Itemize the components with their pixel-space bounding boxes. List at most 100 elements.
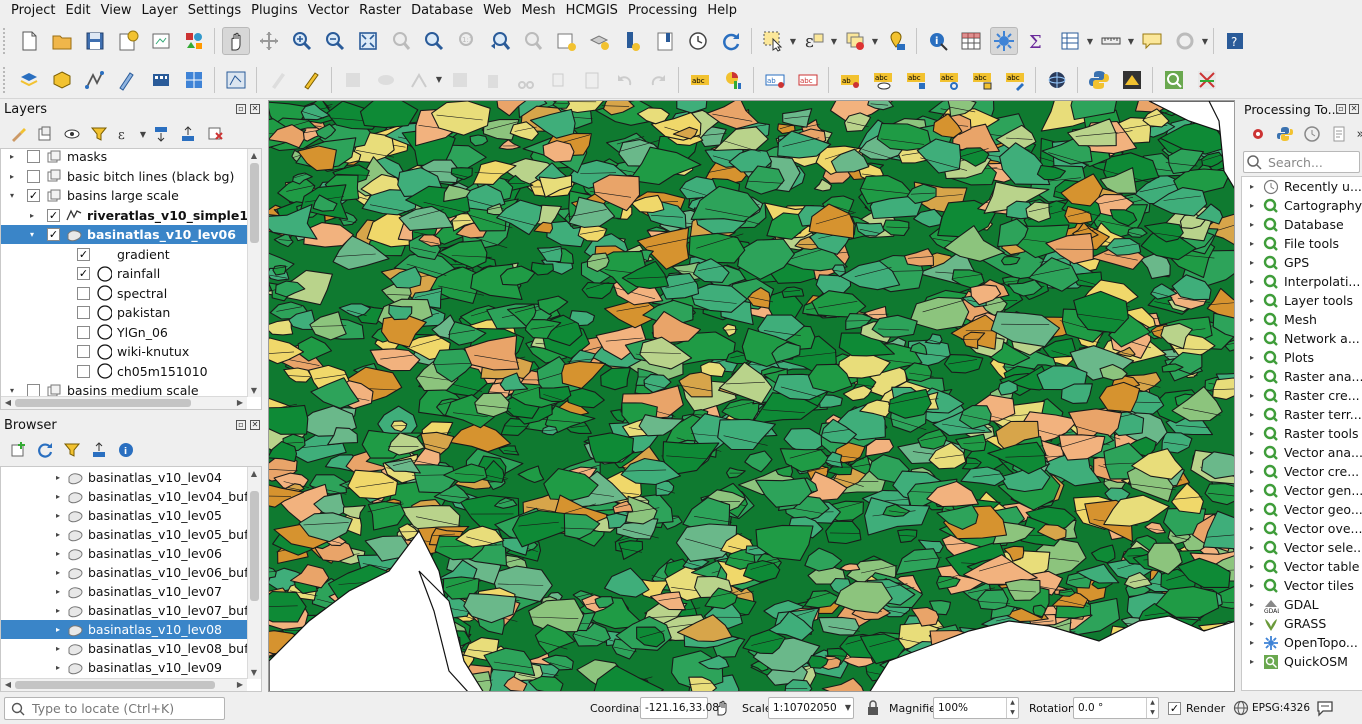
spin-arrows-icon[interactable]: ▲ ▼ bbox=[1146, 698, 1158, 718]
zoom-native-icon[interactable]: 1:1 bbox=[453, 27, 481, 55]
processing-provider-item[interactable]: ▸ GDAL GDAL bbox=[1242, 595, 1362, 614]
browser-item[interactable]: ▸ basinatlas_v10_lev04 bbox=[1, 468, 247, 487]
chevron-down-icon[interactable]: ▼ bbox=[1201, 37, 1209, 46]
chevron-right-icon[interactable]: ▸ bbox=[1247, 258, 1257, 267]
chevron-right-icon[interactable]: ▸ bbox=[53, 606, 63, 615]
select-features-icon[interactable] bbox=[759, 27, 787, 55]
browser-horizontal-scrollbar[interactable]: ◀ ▶ bbox=[1, 678, 247, 691]
new-project-icon[interactable] bbox=[15, 27, 43, 55]
globe-plugin-icon[interactable] bbox=[1043, 66, 1071, 94]
close-icon[interactable]: ✕ bbox=[1349, 104, 1359, 114]
chevron-right-icon[interactable]: ▸ bbox=[1247, 486, 1257, 495]
collapse-all-icon[interactable] bbox=[177, 123, 199, 145]
rotation-spinbox[interactable]: 0.0 ° ▲ ▼ bbox=[1073, 697, 1159, 719]
new-map-view-icon[interactable] bbox=[552, 27, 580, 55]
add-group-icon[interactable] bbox=[34, 123, 56, 145]
browser-item[interactable]: ▸ basinatlas_v10_lev05_buffer bbox=[1, 525, 261, 544]
locator-input[interactable]: Type to locate (Ctrl+K) bbox=[4, 697, 225, 720]
layer-row[interactable]: spectral bbox=[1, 284, 247, 303]
layer-diagram-icon[interactable] bbox=[719, 66, 747, 94]
float-panel-icon[interactable]: ▫ bbox=[1336, 104, 1346, 114]
change-label-icon[interactable]: abc bbox=[968, 66, 996, 94]
chevron-right-icon[interactable]: ▸ bbox=[1247, 543, 1257, 552]
more-options-icon[interactable]: » bbox=[1355, 123, 1362, 145]
layer-row[interactable]: ✓ rainfall bbox=[1, 264, 247, 283]
browser-item[interactable]: ▸ basinatlas_v10_lev07_buffer bbox=[1, 601, 261, 620]
digitize-icon[interactable] bbox=[222, 66, 250, 94]
add-vector-layer-icon[interactable] bbox=[81, 66, 109, 94]
identify-features-icon[interactable]: i bbox=[924, 27, 952, 55]
menu-processing[interactable]: Processing bbox=[623, 0, 702, 22]
zoom-next-icon[interactable] bbox=[519, 27, 547, 55]
menu-web[interactable]: Web bbox=[478, 0, 516, 22]
close-icon[interactable]: ✕ bbox=[250, 420, 260, 430]
filter-browser-icon[interactable] bbox=[61, 439, 83, 461]
redo-icon[interactable] bbox=[644, 66, 672, 94]
add-virtual-layer-icon[interactable] bbox=[180, 66, 208, 94]
float-panel-icon[interactable]: ▫ bbox=[236, 420, 246, 430]
layer-visibility-checkbox[interactable]: ✓ bbox=[27, 189, 40, 202]
menu-plugins[interactable]: Plugins bbox=[246, 0, 303, 22]
layer-row[interactable]: wiki-knutux bbox=[1, 342, 247, 361]
scrollbar-thumb[interactable] bbox=[250, 491, 259, 601]
chevron-right-icon[interactable]: ▸ bbox=[1247, 315, 1257, 324]
layer-row[interactable]: ▸ ✓ riveratlas_v10_simple1 bbox=[1, 206, 248, 225]
menu-settings[interactable]: Settings bbox=[183, 0, 246, 22]
processing-provider-item[interactable]: ▸ QuickOSM bbox=[1242, 652, 1362, 671]
spatial-bookmark-icon[interactable] bbox=[618, 27, 646, 55]
browser-item[interactable]: ▸ basinatlas_v10_lev06_buffer bbox=[1, 563, 261, 582]
pan-map-icon[interactable] bbox=[221, 27, 250, 55]
map-canvas[interactable] bbox=[268, 100, 1235, 692]
menu-vector[interactable]: Vector bbox=[303, 0, 354, 22]
add-raster-layer-icon[interactable] bbox=[147, 66, 175, 94]
open-project-icon[interactable] bbox=[48, 27, 76, 55]
scale-combobox[interactable]: 1:10702050 ▼ bbox=[768, 697, 854, 719]
toggle-extents-mouse-icon[interactable] bbox=[713, 699, 731, 720]
refresh-icon[interactable] bbox=[717, 27, 745, 55]
layer-visibility-checkbox[interactable]: ✓ bbox=[77, 247, 90, 261]
browser-item[interactable]: ▸ basinatlas_v10_lev08 bbox=[1, 620, 247, 639]
temporal-controller-icon[interactable] bbox=[684, 27, 712, 55]
chevron-right-icon[interactable]: ▸ bbox=[53, 568, 63, 577]
new-geopackage-icon[interactable] bbox=[48, 66, 76, 94]
zoom-out-icon[interactable] bbox=[321, 27, 349, 55]
processing-toolbox-icon[interactable] bbox=[989, 27, 1018, 55]
chevron-right-icon[interactable]: ▸ bbox=[53, 587, 63, 596]
statistics-sigma-icon[interactable]: Σ bbox=[1023, 27, 1051, 55]
chevron-right-icon[interactable]: ▸ bbox=[1247, 201, 1257, 210]
measure-line-icon[interactable] bbox=[1097, 27, 1125, 55]
map-tips-icon[interactable] bbox=[1138, 27, 1166, 55]
delete-selected-icon[interactable] bbox=[479, 66, 507, 94]
chevron-down-icon[interactable]: ▾ bbox=[7, 191, 17, 200]
add-delimited-text-icon[interactable] bbox=[114, 66, 142, 94]
layer-row[interactable]: YlGn_06 bbox=[1, 323, 247, 342]
coordinate-field[interactable]: -121.16,33.08 bbox=[640, 697, 719, 719]
zoom-in-icon[interactable] bbox=[288, 27, 316, 55]
layer-visibility-checkbox[interactable]: ✓ bbox=[47, 208, 60, 222]
save-project-icon[interactable] bbox=[81, 27, 109, 55]
processing-provider-item[interactable]: ▸ Recently u... bbox=[1242, 177, 1362, 196]
filter-legend-icon[interactable] bbox=[88, 123, 110, 145]
processing-provider-item[interactable]: ▸ Vector ana... bbox=[1242, 443, 1362, 462]
processing-provider-item[interactable]: ▸ Vector tiles bbox=[1242, 576, 1362, 595]
chevron-right-icon[interactable]: ▸ bbox=[1247, 391, 1257, 400]
python-scripts-icon[interactable] bbox=[1274, 123, 1296, 145]
vertex-tool-icon[interactable] bbox=[405, 66, 433, 94]
save-as-icon[interactable] bbox=[114, 27, 142, 55]
layer-visibility-checkbox[interactable] bbox=[77, 345, 90, 358]
chevron-down-icon[interactable]: ▼ bbox=[845, 698, 851, 718]
models-icon[interactable] bbox=[1247, 123, 1269, 145]
filter-by-expression-icon[interactable]: ε bbox=[115, 123, 137, 145]
new-3d-view-icon[interactable] bbox=[585, 27, 613, 55]
menu-mesh[interactable]: Mesh bbox=[516, 0, 560, 22]
processing-provider-item[interactable]: ▸ Vector geo... bbox=[1242, 500, 1362, 519]
processing-provider-item[interactable]: ▸ OpenTopo... bbox=[1242, 633, 1362, 652]
python-console-icon[interactable] bbox=[1085, 66, 1113, 94]
chevron-down-icon[interactable]: ▼ bbox=[1086, 37, 1094, 46]
attribute-table-icon[interactable] bbox=[957, 27, 985, 55]
highlight-pinned-labels-icon[interactable]: ab bbox=[761, 66, 789, 94]
layer-labeling-icon[interactable]: abc bbox=[686, 66, 714, 94]
chevron-down-icon[interactable]: ▼ bbox=[789, 37, 797, 46]
browser-item[interactable]: ▸ basinatlas_v10_lev06 bbox=[1, 544, 247, 563]
chevron-right-icon[interactable]: ▸ bbox=[1247, 220, 1257, 229]
